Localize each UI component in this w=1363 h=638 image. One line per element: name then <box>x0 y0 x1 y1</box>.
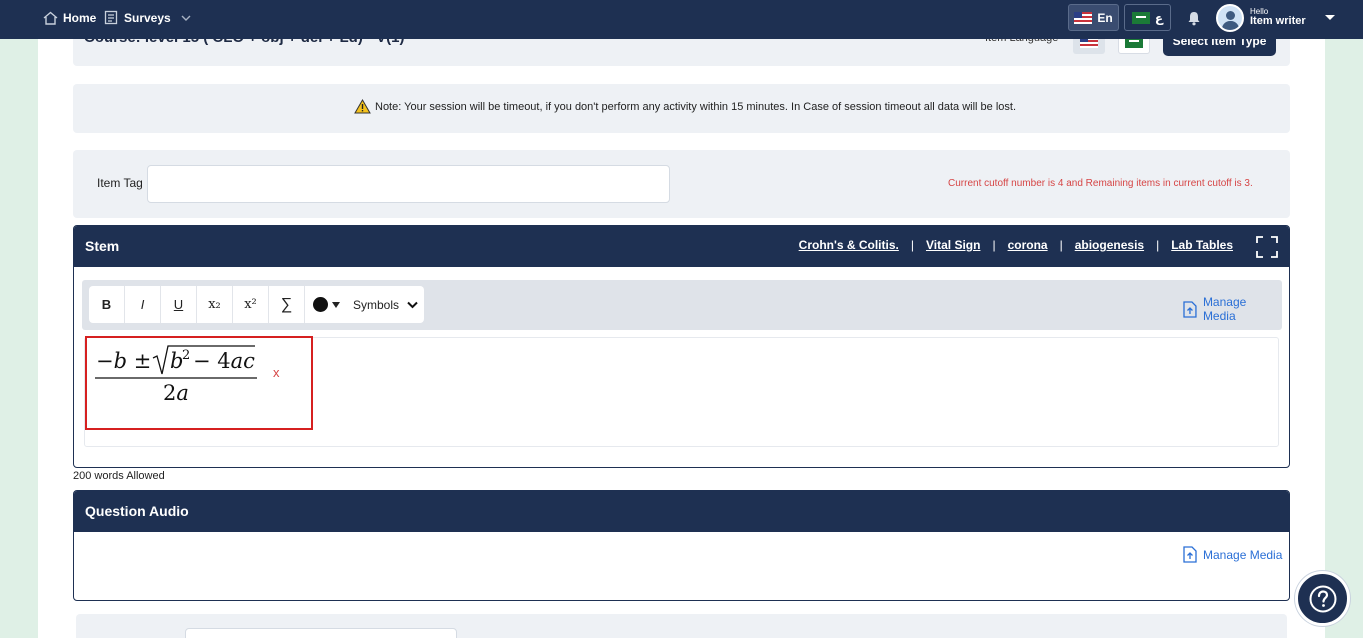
superscript-button[interactable]: x² <box>233 286 269 323</box>
question-audio-header: Question Audio <box>74 491 1289 532</box>
audio-manage-media-button[interactable]: Manage Media <box>1183 546 1282 563</box>
home-icon <box>43 11 58 25</box>
stem-editor[interactable]: −b ± b 2 − 4ac 2a x <box>84 336 1279 447</box>
audio-manage-media-label: Manage Media <box>1203 547 1283 562</box>
nav-home-label: Home <box>63 10 97 25</box>
file-upload-icon <box>1183 546 1197 563</box>
item-tag-label: Item Tag <box>97 176 143 190</box>
sa-flag-icon <box>1131 11 1150 24</box>
stem-links: Crohn's & Colitis. | Vital Sign | corona… <box>799 238 1233 252</box>
question-audio-title: Question Audio <box>85 503 189 519</box>
chevron-down-icon <box>407 301 418 308</box>
svg-text:2a: 2a <box>163 381 189 405</box>
link-crohns-colitis[interactable]: Crohn's & Colitis. <box>799 238 899 252</box>
stem-header: Stem Crohn's & Colitis. | Vital Sign | c… <box>74 226 1289 267</box>
formula-block[interactable]: −b ± b 2 − 4ac 2a x <box>85 336 313 430</box>
editor-toolbar-bar: B I U x₂ x² ∑ Symbols Manage Media <box>82 280 1282 330</box>
question-mark-icon <box>1309 585 1336 612</box>
underline-button[interactable]: U <box>161 286 197 323</box>
lang-en-label: En <box>1097 10 1113 25</box>
bell-icon[interactable] <box>1186 10 1202 26</box>
help-button[interactable] <box>1295 571 1350 626</box>
italic-button[interactable]: I <box>125 286 161 323</box>
nav-surveys-label: Surveys <box>124 10 171 25</box>
stem-manage-media-label: Manage Media <box>1202 295 1247 323</box>
item-tag-input[interactable] <box>147 165 670 203</box>
file-upload-icon <box>1183 300 1197 318</box>
stem-manage-media-button[interactable]: Manage Media <box>1183 295 1282 323</box>
caret-down-icon <box>1324 15 1335 20</box>
bold-button[interactable]: B <box>89 286 125 323</box>
link-abiogenesis[interactable]: abiogenesis <box>1075 238 1144 252</box>
sum-button[interactable]: ∑ <box>269 286 305 323</box>
nav-home[interactable]: Home <box>43 0 96 35</box>
text-color-picker[interactable] <box>305 286 347 323</box>
svg-text:2: 2 <box>182 348 190 363</box>
stem-section: Stem Crohn's & Colitis. | Vital Sign | c… <box>73 225 1290 468</box>
link-separator: | <box>1156 238 1160 252</box>
fullscreen-icon[interactable] <box>1255 235 1279 259</box>
survey-icon <box>104 10 118 25</box>
warning-icon <box>354 99 371 114</box>
symbols-label: Symbols <box>353 297 400 312</box>
editor-toolbar: B I U x₂ x² ∑ Symbols <box>89 286 425 323</box>
top-navbar: Home Surveys En ع Hello Item writer <box>0 0 1363 39</box>
svg-text:−b ±: −b ± <box>96 349 151 373</box>
user-menu[interactable]: Hello Item writer <box>1216 4 1336 32</box>
quadratic-formula-image: −b ± b 2 − 4ac 2a <box>95 345 257 405</box>
link-lab-tables[interactable]: Lab Tables <box>1171 238 1233 252</box>
svg-text:− 4ac: − 4ac <box>193 349 255 373</box>
stem-title: Stem <box>85 238 120 254</box>
user-name: Item writer <box>1250 15 1306 28</box>
subscript-button[interactable]: x₂ <box>197 286 233 323</box>
session-note: Note: Your session will be timeout, if y… <box>354 99 1016 114</box>
color-swatch <box>312 297 328 312</box>
us-flag-icon <box>1074 11 1093 24</box>
link-vital-sign[interactable]: Vital Sign <box>926 238 980 252</box>
cutoff-info: Current cutoff number is 4 and Remaining… <box>948 178 1253 189</box>
link-separator: | <box>992 238 996 252</box>
link-separator: | <box>910 238 914 252</box>
lang-en-button[interactable]: En <box>1068 4 1119 31</box>
session-note-text: Note: Your session will be timeout, if y… <box>375 100 1017 113</box>
words-allowed-note: 200 words Allowed <box>73 470 165 482</box>
symbols-dropdown[interactable]: Symbols <box>347 298 424 312</box>
lang-ar-label: ع <box>1154 10 1164 25</box>
avatar <box>1216 4 1244 32</box>
lang-ar-button[interactable]: ع <box>1124 4 1171 31</box>
caret-down-icon <box>331 301 340 308</box>
nav-surveys[interactable]: Surveys <box>104 0 192 35</box>
formula-delete-button[interactable]: x <box>273 365 280 380</box>
question-audio-section: Question Audio Manage Media <box>73 490 1290 601</box>
link-corona[interactable]: corona <box>1008 238 1048 252</box>
link-separator: | <box>1059 238 1063 252</box>
next-section-input[interactable] <box>185 628 457 638</box>
chevron-down-icon <box>181 15 191 21</box>
